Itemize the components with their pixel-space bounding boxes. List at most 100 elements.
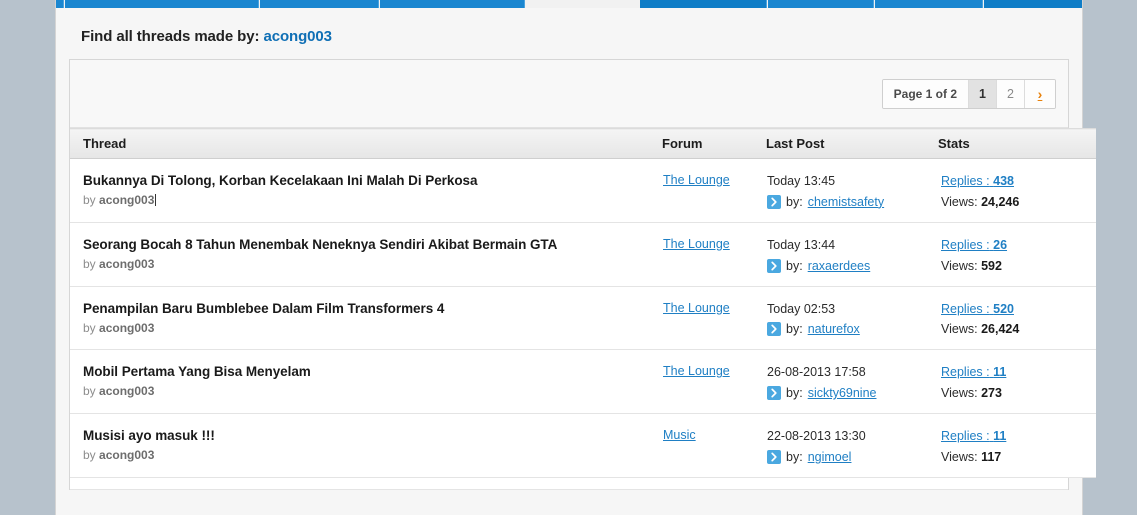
views-label: Views: <box>941 449 978 464</box>
nav-tab-6[interactable] <box>768 0 874 8</box>
table-row[interactable]: Penampilan Baru Bumblebee Dalam Film Tra… <box>70 286 1096 351</box>
forum-link[interactable]: The Lounge <box>663 301 730 315</box>
last-post-user-link[interactable]: naturefox <box>808 322 860 336</box>
goto-last-post-icon[interactable] <box>767 194 781 209</box>
forum-link[interactable]: The Lounge <box>663 237 730 251</box>
page-title: Find all threads made by: acong003 <box>56 8 1082 59</box>
stats-cell: Replies : 11 Views: 273 <box>938 349 1096 414</box>
nav-tab-4[interactable] <box>380 0 525 8</box>
nav-tab-5[interactable] <box>640 0 767 8</box>
column-header-stats[interactable]: Stats <box>938 128 1096 159</box>
replies-link[interactable]: Replies : 438 <box>941 174 1014 188</box>
stats-cell: Replies : 11 Views: 117 <box>938 413 1096 478</box>
thread-cell: Musisi ayo masuk !!! by acong003 <box>70 413 662 478</box>
nav-tab-2[interactable] <box>65 0 259 8</box>
by-prefix: by <box>83 448 96 463</box>
last-post-cell: Today 02:53 by: naturefox <box>766 286 938 351</box>
replies-link[interactable]: Replies : 11 <box>941 429 1006 443</box>
views-label: Views: <box>941 322 978 337</box>
last-post-date: 26-08-2013 17:58 <box>767 365 866 380</box>
last-post-user-link[interactable]: ngimoel <box>808 450 852 464</box>
thread-title-link[interactable]: Musisi ayo masuk !!! <box>83 427 662 445</box>
last-post-user-link[interactable]: chemistsafety <box>808 195 884 209</box>
views-row: Views: 273 <box>941 386 1096 400</box>
forum-cell: The Lounge <box>662 158 766 223</box>
replies-label: Replies : <box>941 237 990 252</box>
forum-cell: The Lounge <box>662 286 766 351</box>
last-post-byline: by: naturefox <box>767 322 938 337</box>
table-row[interactable]: Bukannya Di Tolong, Korban Kecelakaan In… <box>70 158 1096 223</box>
replies-link[interactable]: Replies : 520 <box>941 302 1014 316</box>
replies-label: Replies : <box>941 174 990 188</box>
thread-title-link[interactable]: Penampilan Baru Bumblebee Dalam Film Tra… <box>83 300 662 318</box>
thread-author-name[interactable]: acong003 <box>99 448 154 462</box>
thread-cell: Seorang Bocah 8 Tahun Menembak Neneknya … <box>70 222 662 287</box>
last-post-user-link[interactable]: sickty69nine <box>808 386 877 400</box>
views-count: 26,424 <box>981 322 1020 337</box>
table-row[interactable]: Seorang Bocah 8 Tahun Menembak Neneknya … <box>70 222 1096 287</box>
goto-last-post-icon[interactable] <box>767 449 781 464</box>
pagination-control: Page 1 of 2 1 2 › <box>881 78 1056 109</box>
last-post-cell: Today 13:45 by: chemistsafety <box>766 158 938 223</box>
pagination-page-label: Page 1 of 2 <box>882 79 969 108</box>
pagination-page-1[interactable]: 1 <box>969 79 997 108</box>
pagination-next-icon[interactable]: › <box>1025 79 1055 108</box>
forum-link[interactable]: The Lounge <box>663 364 730 378</box>
thread-author-byline: by acong003 <box>83 321 662 335</box>
forum-cell: The Lounge <box>662 349 766 414</box>
thread-title-link[interactable]: Bukannya Di Tolong, Korban Kecelakaan In… <box>83 172 662 190</box>
replies-label: Replies : <box>941 301 990 316</box>
goto-last-post-icon[interactable] <box>767 258 781 273</box>
last-post-date: Today 13:44 <box>767 237 836 252</box>
replies-count: 11 <box>993 365 1007 380</box>
views-row: Views: 117 <box>941 450 1096 464</box>
replies-label: Replies : <box>941 365 990 380</box>
forum-link[interactable]: Music <box>663 428 696 442</box>
thread-author-name[interactable]: acong003 <box>99 193 154 207</box>
stats-cell: Replies : 26 Views: 592 <box>938 222 1096 287</box>
thread-author-name[interactable]: acong003 <box>99 384 154 398</box>
thread-table-body: Bukannya Di Tolong, Korban Kecelakaan In… <box>70 158 1096 478</box>
pagination-page-2[interactable]: 2 <box>997 79 1025 108</box>
nav-tab-1[interactable] <box>56 0 64 8</box>
replies-link[interactable]: Replies : 11 <box>941 365 1006 379</box>
replies-link[interactable]: Replies : 26 <box>941 238 1007 252</box>
thread-cell: Mobil Pertama Yang Bisa Menyelam by acong… <box>70 349 662 414</box>
table-row[interactable]: Musisi ayo masuk !!! by acong003 Music 22-0… <box>70 413 1096 478</box>
column-header-thread[interactable]: Thread <box>70 128 662 159</box>
searched-username-link[interactable]: acong003 <box>263 28 332 45</box>
thread-author-name[interactable]: acong003 <box>99 321 154 335</box>
column-header-forum[interactable]: Forum <box>662 128 766 159</box>
partial-next-row <box>70 477 1068 490</box>
by-prefix: by <box>83 384 96 399</box>
last-post-cell: Today 13:44 by: raxaerdees <box>766 222 938 287</box>
last-post-by-prefix: by: <box>786 449 803 464</box>
views-count: 24,246 <box>981 194 1020 209</box>
thread-title-link[interactable]: Mobil Pertama Yang Bisa Menyelam <box>83 363 662 381</box>
last-post-user-link[interactable]: raxaerdees <box>808 259 871 273</box>
last-post-by-prefix: by: <box>786 322 803 337</box>
thread-author-name[interactable]: acong003 <box>99 257 154 271</box>
table-row[interactable]: Mobil Pertama Yang Bisa Menyelam by acong… <box>70 349 1096 414</box>
last-post-cell: 26-08-2013 17:58 by: sickty69nine <box>766 349 938 414</box>
stats-cell: Replies : 438 Views: 24,246 <box>938 158 1096 223</box>
thread-table-head: Thread Forum Last Post Stats <box>70 128 1096 159</box>
forum-cell: Music <box>662 413 766 478</box>
views-label: Views: <box>941 258 978 273</box>
nav-tab-3[interactable] <box>260 0 379 8</box>
goto-last-post-icon[interactable] <box>767 386 781 400</box>
views-row: Views: 592 <box>941 259 1096 273</box>
thread-cell: Bukannya Di Tolong, Korban Kecelakaan In… <box>70 158 662 223</box>
last-post-date: Today 02:53 <box>767 301 836 316</box>
by-prefix: by <box>83 320 96 335</box>
replies-count: 26 <box>993 237 1008 252</box>
nav-tab-7[interactable] <box>875 0 983 8</box>
column-header-last-post[interactable]: Last Post <box>766 128 938 159</box>
replies-count: 11 <box>993 429 1007 443</box>
thread-title-link[interactable]: Seorang Bocah 8 Tahun Menembak Neneknya … <box>83 236 662 254</box>
top-navigation-bar <box>56 0 1082 8</box>
nav-tab-8[interactable] <box>984 0 1082 8</box>
views-count: 273 <box>981 386 1002 400</box>
goto-last-post-icon[interactable] <box>767 322 781 337</box>
forum-link[interactable]: The Lounge <box>663 173 730 187</box>
